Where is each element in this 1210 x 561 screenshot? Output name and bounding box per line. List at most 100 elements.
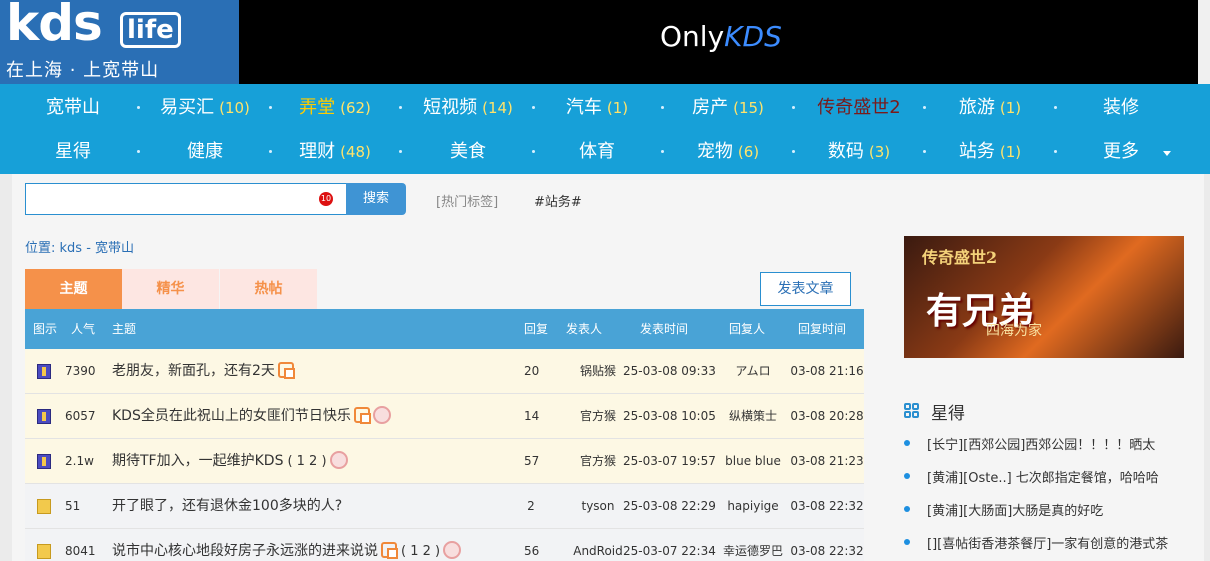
site-logo[interactable]: kds life 在上海 · 上宽带山	[0, 0, 239, 84]
row-author[interactable]: AndRoid	[566, 529, 630, 561]
logo-life: life	[120, 12, 181, 48]
row-title[interactable]: 老朋友，新面孔，还有2天	[112, 349, 295, 394]
banner-brand: KDS	[724, 20, 782, 53]
sidebar-list-item[interactable]: [黄浦][Oste..] 七次郎指定餐馆，哈哈哈	[904, 467, 1194, 487]
row-post-time: 25-03-07 22:34	[623, 544, 716, 558]
nav-item-label: 理财	[299, 141, 336, 162]
table-row[interactable]: 51 开了眼了，还有退休金100多块的人? 2 tyson 25-03-08 22:29…	[25, 484, 864, 529]
nav-item-label: 易买汇	[160, 97, 215, 118]
sidebar-item-text[interactable]: [][喜帖街香港茶餐厅]一家有创意的港式茶	[927, 533, 1168, 552]
row-replier[interactable]: blue blue	[721, 439, 785, 484]
new-window-icon[interactable]	[381, 542, 398, 559]
nav-separator	[1054, 150, 1057, 153]
table-row[interactable]: 2.1w 期待TF加入，一起维护KDS ( 1 2 ) 57 官方猴 25-03-07 1…	[25, 439, 864, 484]
row-title[interactable]: 期待TF加入，一起维护KDS ( 1 2 )	[112, 439, 348, 484]
tab-main[interactable]: 主题	[25, 269, 122, 309]
row-reply-time: 03-08 21:23	[790, 454, 864, 468]
row-title[interactable]: 说市中心核心地段好房子永远涨的进来说说 ( 1 2 )	[112, 529, 462, 561]
pinned-thread-icon	[37, 409, 51, 424]
row-replies: 2	[527, 499, 535, 513]
site-header: kds life 在上海 · 上宽带山 OnlyKDS	[0, 0, 1210, 84]
row-replier[interactable]: hapiyige	[721, 484, 785, 529]
nav-item-2-7[interactable]: 数码 (3)	[799, 131, 919, 173]
game-ad-banner[interactable]: 传奇盛世2 有兄弟 四海为家	[904, 236, 1184, 358]
row-replier[interactable]: 纵横策士	[721, 394, 785, 439]
sidebar-item-text[interactable]: [长宁][西郊公园]西郊公园！！！！晒太	[927, 434, 1155, 453]
bullet-icon	[904, 440, 910, 446]
header-banner[interactable]: OnlyKDS	[660, 20, 782, 53]
table-row[interactable]: 7390 老朋友，新面孔，还有2天 20 锅贴猴 25-03-08 09:33 アムロ 03…	[25, 349, 864, 394]
nav-item-1-7[interactable]: 传奇盛世2	[799, 87, 919, 129]
row-post-time: 25-03-07 19:57	[623, 454, 716, 468]
col-title: 主题	[112, 322, 137, 336]
nav-item-2-5[interactable]: 体育	[537, 131, 657, 173]
nav-item-1-4[interactable]: 短视频 (14)	[408, 87, 528, 129]
folder-icon	[37, 499, 51, 514]
ad-title: 传奇盛世2	[922, 248, 998, 267]
search-button[interactable]: 搜索	[346, 183, 406, 215]
sidebar-list-item[interactable]: [长宁][西郊公园]西郊公园！！！！晒太	[904, 434, 1194, 454]
table-row[interactable]: 6057 KDS全员在此祝山上的女匪们节日快乐 14 官方猴 25-03-08 10:0…	[25, 394, 864, 439]
nav-item-1-1[interactable]: 宽带山	[13, 87, 133, 129]
sidebar-item-text[interactable]: [黄浦][大肠面]大肠是真的好吃	[927, 500, 1103, 519]
nav-item-1-6[interactable]: 房产 (15)	[668, 87, 788, 129]
row-title-text[interactable]: 开了眼了，还有退休金100多块的人?	[112, 498, 342, 514]
nav-item-2-3[interactable]: 理财 (48)	[275, 131, 395, 173]
sidebar-list-item[interactable]: [黄浦][大肠面]大肠是真的好吃	[904, 500, 1194, 520]
col-author: 发表人	[566, 322, 603, 336]
nav-item-count: (1)	[999, 143, 1022, 161]
search-input[interactable]	[25, 183, 347, 215]
nav-item-label: 短视频	[423, 97, 478, 118]
nav-item-1-5[interactable]: 汽车 (1)	[537, 87, 657, 129]
new-window-icon[interactable]	[277, 362, 295, 379]
nav-item-1-3[interactable]: 弄堂 (62)	[275, 87, 395, 129]
table-row[interactable]: 8041 说市中心核心地段好房子永远涨的进来说说 ( 1 2 ) 56 AndRoid 2…	[25, 529, 864, 561]
col-replies: 回复	[524, 322, 549, 336]
nav-separator	[137, 150, 140, 153]
nav-item-label: 星得	[55, 141, 91, 162]
row-author[interactable]: tyson	[566, 484, 630, 529]
row-pages[interactable]: ( 1 2 )	[287, 454, 326, 469]
nav-item-2-8[interactable]: 站务 (1)	[930, 131, 1050, 173]
row-popularity: 7390	[65, 364, 96, 378]
row-author[interactable]: 官方猴	[566, 439, 630, 484]
row-author[interactable]: 官方猴	[566, 394, 630, 439]
nav-item-label: 体育	[579, 141, 615, 162]
col-icon: 图示	[33, 322, 58, 336]
tab-hot[interactable]: 热帖	[220, 269, 317, 309]
tag-link[interactable]: #站务#	[534, 191, 582, 210]
row-title-text[interactable]: KDS全员在此祝山上的女匪们节日快乐	[112, 408, 351, 424]
row-popularity: 51	[65, 499, 81, 513]
nav-item-2-2[interactable]: 健康	[145, 131, 265, 173]
col-replier: 回复人	[729, 322, 766, 336]
nav-item-1-8[interactable]: 旅游 (1)	[930, 87, 1050, 129]
more-caret-icon[interactable]	[1163, 151, 1171, 156]
post-article-button[interactable]: 发表文章	[760, 272, 851, 306]
nav-item-label: 更多	[1103, 141, 1139, 162]
row-title-text[interactable]: 期待TF加入，一起维护KDS	[112, 453, 283, 469]
nav-item-2-1[interactable]: 星得	[13, 131, 133, 173]
row-reply-time: 03-08 20:28	[790, 409, 864, 423]
row-replier[interactable]: アムロ	[721, 349, 785, 394]
col-post-time: 发表时间	[640, 322, 689, 336]
sidebar-item-text[interactable]: [黄浦][Oste..] 七次郎指定餐馆，哈哈哈	[927, 467, 1159, 486]
tab-digest[interactable]: 精华	[122, 269, 219, 309]
nav-separator	[532, 150, 535, 153]
hot-tags-link[interactable]: [热门标签]	[436, 191, 498, 210]
row-title-text[interactable]: 说市中心核心地段好房子永远涨的进来说说	[112, 543, 378, 559]
pinned-thread-icon	[37, 454, 51, 469]
row-title[interactable]: KDS全员在此祝山上的女匪们节日快乐	[112, 394, 391, 439]
nav-item-2-6[interactable]: 宠物 (6)	[668, 131, 788, 173]
nav-item-2-4[interactable]: 美食	[408, 131, 528, 173]
row-title-text[interactable]: 老朋友，新面孔，还有2天	[112, 363, 275, 379]
breadcrumb[interactable]: 位置: kds - 宽带山	[25, 237, 134, 256]
row-title[interactable]: 开了眼了，还有退休金100多块的人?	[112, 484, 342, 529]
nav-item-1-9[interactable]: 装修	[1061, 87, 1181, 129]
row-author[interactable]: 锅贴猴	[566, 349, 630, 394]
nav-item-1-2[interactable]: 易买汇 (10)	[145, 87, 265, 129]
new-window-icon[interactable]	[353, 407, 371, 424]
row-replier[interactable]: 幸运德罗巴	[721, 529, 785, 561]
row-pages[interactable]: ( 1 2 )	[401, 544, 440, 559]
ad-subslogan: 四海为家	[986, 323, 1042, 339]
sidebar-list-item[interactable]: [][喜帖街香港茶餐厅]一家有创意的港式茶	[904, 533, 1194, 553]
